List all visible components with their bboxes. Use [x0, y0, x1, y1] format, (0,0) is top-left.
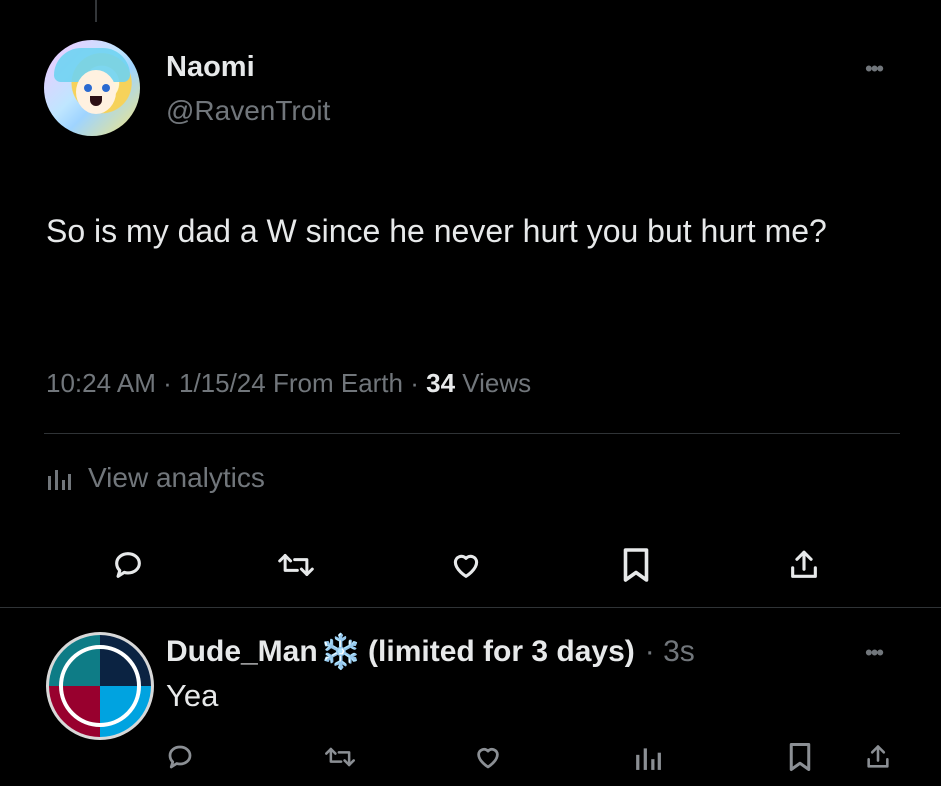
divider [0, 607, 941, 608]
reply-display-name[interactable]: Dude_Man [166, 635, 318, 669]
separator-dot: · [163, 368, 179, 398]
reply-limited-note: (limited for 3 days) [368, 635, 635, 668]
avatar-face [76, 70, 116, 114]
tweet-date[interactable]: 1/15/24 [179, 368, 266, 398]
divider [44, 433, 900, 434]
share-icon[interactable] [782, 540, 826, 590]
avatar-eye-left [84, 84, 92, 92]
views-count: 34 [426, 368, 456, 398]
retweet-icon[interactable] [274, 540, 318, 590]
avatar-eye-right [102, 84, 110, 92]
views-label: Views [462, 368, 532, 398]
reply-avatar[interactable] [46, 632, 154, 740]
tweet-text: So is my dad a W since he never hurt you… [46, 213, 827, 249]
reply-action-bar [0, 732, 941, 782]
like-icon[interactable] [444, 540, 488, 590]
reply-icon[interactable] [106, 540, 150, 590]
view-analytics-link[interactable]: View analytics [46, 462, 265, 494]
reply-icon[interactable] [158, 732, 202, 782]
tweet-action-bar [0, 540, 941, 590]
bookmark-icon[interactable] [778, 732, 822, 782]
snowflake-icon: ❄️ [319, 633, 363, 671]
bookmark-icon[interactable] [614, 540, 658, 590]
reply-author-row: Dude_Man ❄️ (limited for 3 days) · 3s [166, 632, 695, 672]
reply-timestamp[interactable]: · 3s [645, 635, 695, 669]
avatar[interactable] [44, 40, 140, 136]
tweet-source: From Earth [272, 368, 403, 398]
ellipsis-icon[interactable]: ••• [865, 56, 884, 82]
avatar-ring [59, 645, 141, 727]
like-icon[interactable] [466, 732, 510, 782]
retweet-icon[interactable] [318, 732, 362, 782]
reply-text: Yea [166, 678, 219, 713]
tweet-time[interactable]: 10:24 AM [46, 368, 156, 398]
view-analytics-label: View analytics [88, 462, 265, 493]
views-icon[interactable] [626, 732, 670, 782]
share-icon[interactable] [856, 732, 900, 782]
analytics-icon [48, 470, 71, 490]
author-handle[interactable]: @RavenTroit [166, 95, 330, 127]
thread-connector-line [95, 0, 97, 22]
ellipsis-icon[interactable]: ••• [865, 640, 884, 666]
separator-dot: · [410, 368, 427, 398]
tweet-metadata: 10:24 AM · 1/15/24 From Earth · 34 Views [46, 368, 531, 399]
reply-time-value: 3s [663, 635, 695, 668]
author-display-name[interactable]: Naomi [166, 51, 255, 84]
